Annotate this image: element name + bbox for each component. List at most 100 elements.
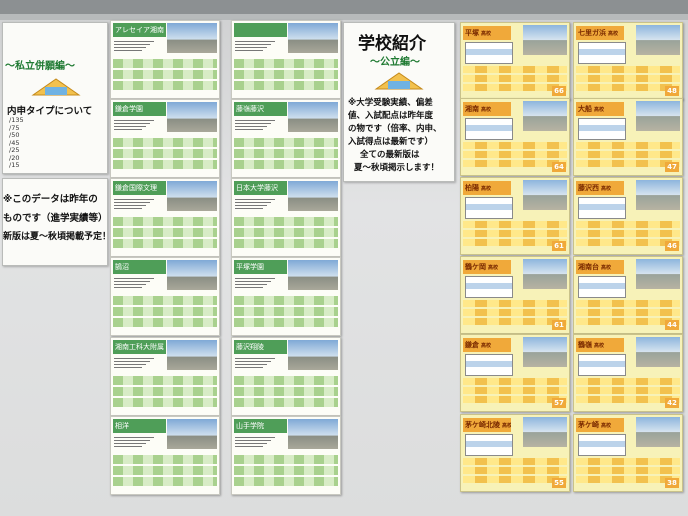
private-school-sheet: 湘南工科大附属 — [110, 337, 220, 416]
text-line — [235, 358, 275, 359]
public-school-sheet: 大船 高校 47 — [573, 98, 683, 176]
deviation-value-badge: 57 — [552, 398, 566, 408]
private-school-sheet: 相洋 — [110, 416, 220, 495]
school-photo — [288, 419, 338, 449]
data-table-row — [113, 228, 217, 237]
text-line — [235, 120, 275, 121]
score-table — [578, 434, 626, 456]
text-line — [114, 129, 142, 130]
stats-row — [463, 151, 567, 158]
school-photo — [288, 102, 338, 132]
school-photo — [288, 340, 338, 370]
public-note-line: 入試得点は最新です） — [348, 137, 434, 147]
naishin-type: /75 — [9, 123, 20, 132]
note-line-1: ※このデータは昨年の — [3, 194, 98, 205]
text-line — [235, 284, 267, 285]
data-note-poster: ※このデータは昨年の ものです（進学実績等） 新版は夏～秋頃掲載予定！ — [2, 178, 111, 266]
data-table-row — [113, 387, 217, 396]
school-name: 湘南 高校 — [463, 102, 511, 116]
data-table-row — [113, 398, 217, 407]
score-table — [465, 276, 513, 298]
text-line — [235, 47, 267, 48]
data-table-row — [234, 466, 338, 475]
text-line — [114, 281, 150, 282]
school-name-text: 柏陽 — [465, 184, 479, 192]
text-line — [114, 443, 146, 444]
school-name: 山手学院 — [234, 419, 287, 433]
private-school-sheet: 鎌倉学園 — [110, 99, 220, 178]
naishin-type: /135 — [9, 116, 24, 124]
data-table-row — [234, 477, 338, 486]
text-line — [114, 202, 150, 203]
public-note-line: 値、入試配点は昨年度 — [348, 111, 434, 121]
naishin-type: /15 — [9, 161, 20, 169]
text-line — [114, 205, 146, 206]
school-photo — [523, 180, 567, 210]
text-line — [114, 47, 146, 48]
naishin-type: /20 — [9, 153, 20, 162]
text-line — [235, 202, 271, 203]
text-line — [235, 443, 267, 444]
school-name: 茅ケ崎 高校 — [576, 418, 624, 432]
school-photo — [636, 25, 680, 55]
data-table-row — [113, 296, 217, 305]
school-type-tag: 高校 — [601, 186, 612, 192]
text-line — [235, 367, 263, 368]
school-name: 平塚 高校 — [463, 26, 511, 40]
public-title: 学校紹介 — [358, 34, 426, 54]
stats-row — [576, 309, 680, 316]
school-type-tag: 高校 — [481, 31, 492, 37]
public-school-sheet: 七里ガ浜 高校 48 — [573, 22, 683, 100]
public-note-line: 夏～秋頃掲示します！ — [354, 163, 440, 173]
data-table-row — [113, 239, 217, 248]
public-note: ※大学受験実績、偏差 値、入試配点は昨年度 の物です（倍率、内申、 入試得点は最… — [348, 97, 452, 175]
data-table-row — [234, 217, 338, 226]
stats-row — [576, 75, 680, 82]
stats-row — [576, 458, 680, 465]
stats-row — [463, 75, 567, 82]
school-type-tag: 高校 — [594, 107, 605, 113]
stats-row — [576, 230, 680, 237]
school-name: 湘南工科大附属 — [113, 340, 166, 354]
text-line — [114, 278, 154, 279]
school-name — [234, 23, 287, 37]
school-name-text: 湘南 — [465, 105, 479, 113]
text-line — [114, 123, 150, 124]
public-intro-poster: 学校紹介 ～公立編～ ※大学受験実績、偏差 値、入試配点は昨年度 の物です（倍率… — [343, 22, 455, 182]
stats-row — [463, 458, 567, 465]
school-photo — [636, 101, 680, 131]
data-table-row — [234, 59, 338, 68]
school-name: 湘南台 高校 — [576, 260, 624, 274]
note-line-2: ものです（進学実績等） — [3, 213, 108, 224]
private-school-sheet: 鎌倉国際文理 — [110, 178, 220, 257]
top-rail-shadow — [0, 14, 688, 20]
school-photo — [288, 260, 338, 290]
school-type-tag: 高校 — [601, 423, 612, 429]
deviation-value-badge: 42 — [665, 398, 679, 408]
public-school-sheet: 茅ケ崎北陵高校 55 — [460, 414, 570, 492]
deviation-value-badge: 48 — [665, 86, 679, 96]
data-table-row — [234, 376, 338, 385]
score-table — [465, 434, 513, 456]
score-table — [578, 354, 626, 376]
text-line — [114, 437, 154, 438]
school-name: 鵠沼 — [113, 260, 166, 274]
stats-row — [576, 66, 680, 73]
data-table-row — [234, 160, 338, 169]
text-line — [114, 50, 142, 51]
public-school-sheet: 鶴ケ岡 高校 61 — [460, 256, 570, 334]
school-name: 茅ケ崎北陵高校 — [463, 418, 511, 432]
deviation-value-badge: 38 — [665, 478, 679, 488]
text-line — [114, 364, 146, 365]
private-school-sheet: アレセイア湘南 — [110, 20, 220, 99]
naishin-type: /25 — [9, 146, 20, 154]
school-name: 鶴嶺 高校 — [576, 338, 624, 352]
public-school-sheet: 鶴嶺 高校 42 — [573, 334, 683, 412]
text-line — [235, 437, 275, 438]
school-name-text: 茅ケ崎北陵 — [465, 421, 500, 429]
public-school-sheet: 茅ケ崎 高校 38 — [573, 414, 683, 492]
private-school-sheet: 鵠沼 — [110, 257, 220, 336]
data-table-row — [113, 376, 217, 385]
school-photo — [636, 337, 680, 367]
school-name-text: 平塚 — [465, 29, 479, 37]
